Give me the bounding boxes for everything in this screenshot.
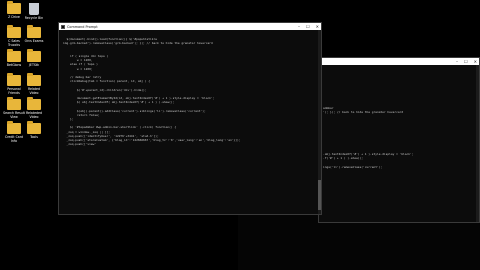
desktop-icon-relateded-video[interactable]: Relateded Video (20, 97, 48, 119)
back-maximize-button[interactable]: ☐ (464, 58, 468, 65)
desktop-icon-recycle-bin[interactable]: Recycle Bin (20, 2, 48, 20)
terminal-icon (61, 24, 65, 29)
folder-icon (7, 49, 21, 62)
desktop-icon-label: Recycle Bin (24, 16, 44, 20)
back-minimize-button[interactable]: – (456, 58, 458, 65)
back-close-button[interactable]: ✕ (474, 58, 477, 65)
desktop-icon-jetstk[interactable]: JETStk (20, 49, 48, 67)
console-output: $(document).bind().load(function(){ $('#… (59, 30, 321, 215)
back-window-controls: – ☐ ✕ (456, 58, 477, 65)
desktop-icon-tools[interactable]: Tools (20, 121, 48, 139)
front-scrollbar[interactable] (318, 30, 321, 214)
folder-icon (7, 73, 21, 86)
back-window-titlebar[interactable]: – ☐ ✕ (319, 58, 479, 65)
minimize-button[interactable]: – (298, 23, 300, 30)
desktop-icon-orcs-exams[interactable]: Orcs Exams (20, 25, 48, 43)
folder-icon (27, 121, 41, 134)
desktop-icon-label: C Sales Truocks (7, 39, 21, 47)
folder-icon (27, 97, 41, 110)
desktop-icon-label: JETStk (28, 63, 40, 67)
folder-icon (27, 25, 41, 38)
window-controls: – ☐ ✕ (298, 23, 319, 30)
folder-icon (7, 121, 21, 134)
command-prompt-window[interactable]: Command Prompt – ☐ ✕ $(document).bind().… (58, 22, 322, 215)
recycle-bin-icon (29, 3, 39, 15)
folder-icon (27, 73, 41, 86)
desktop-icon-label: Related Video (27, 87, 41, 95)
close-button[interactable]: ✕ (316, 23, 319, 30)
folder-icon (27, 49, 41, 62)
desktop-icon-related-video[interactable]: Related Video (20, 73, 48, 95)
desktop-icon-label: Relateded Video (25, 111, 43, 119)
back-console-window[interactable]: – ☐ ✕ admbar '); }); // back to hide the … (318, 57, 480, 223)
front-scrollbar-thumb[interactable] (318, 180, 321, 210)
console-line: _zoq.push(['view' (63, 142, 97, 147)
maximize-button[interactable]: ☐ (306, 23, 310, 30)
folder-icon (7, 25, 21, 38)
folder-icon (7, 97, 21, 110)
command-prompt-titlebar[interactable]: Command Prompt – ☐ ✕ (59, 23, 321, 30)
desktop-icon-label: Z Drive (8, 15, 20, 19)
window-title: Command Prompt (67, 24, 98, 29)
desktop-icon-label: Personal Friends (7, 87, 21, 95)
console-line: ings('li').removeClass('current'); (323, 164, 383, 169)
back-console-output: admbar '); }); // back to hide the grenat… (319, 65, 479, 223)
desktop-icon-label: Tools (30, 135, 38, 139)
back-scrollbar[interactable] (476, 65, 479, 222)
desktop-icon-label: Orcs Exams (24, 39, 44, 43)
folder-icon (7, 1, 21, 14)
